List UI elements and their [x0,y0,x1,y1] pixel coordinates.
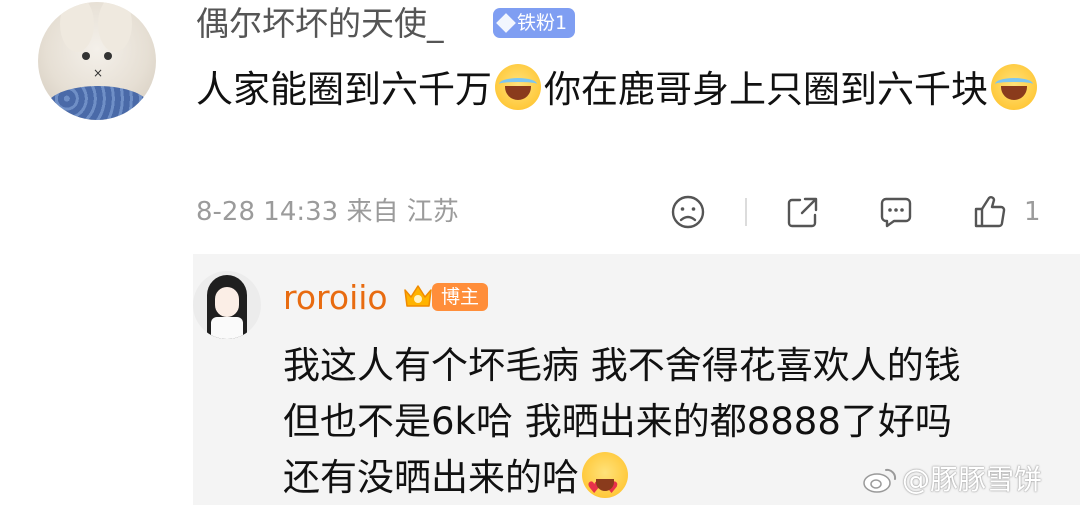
crown-icon [404,285,432,307]
watermark: @豚豚雪饼 [862,462,1042,498]
heart-eyes-emoji-icon [582,452,628,516]
reply-line-1: 我这人有个坏毛病 我不舍得花喜欢人的钱 [283,344,961,387]
comment-meta: 8-28 14:33 来自 江苏 [196,197,459,227]
laugh-cry-emoji-icon [495,64,541,110]
commenter-avatar[interactable]: × [38,2,156,120]
reply-line-3-text: 还有没晒出来的哈 [283,456,579,499]
dislike-icon[interactable] [670,194,706,230]
reply-line-2: 但也不是6k哈 我晒出来的都8888了好吗 [283,400,952,443]
comment-text: 人家能圈到六千万 你在鹿哥身上只圈到六千块 [196,60,1046,120]
commenter-username[interactable]: 偶尔坏坏的天使_ [196,2,444,46]
watermark-text: @豚豚雪饼 [902,463,1043,496]
weibo-logo-icon [863,468,897,493]
author-avatar[interactable] [193,271,261,339]
share-icon[interactable] [785,194,821,230]
fan-badge[interactable]: 铁粉1 [493,8,576,38]
comment-text-part1: 人家能圈到六千万 [196,68,492,111]
author-badge[interactable]: 博主 [432,283,489,311]
comment-icon[interactable] [878,194,914,230]
like-count: 1 [1024,197,1041,227]
laugh-cry-emoji-icon [991,64,1037,110]
comment-text-part2: 你在鹿哥身上只圈到六千块 [544,68,988,111]
diamond-icon [496,13,516,33]
fan-badge-label: 铁粉1 [517,12,568,34]
action-divider [745,198,747,226]
author-username[interactable]: roroiio [283,274,388,322]
like-icon[interactable] [972,194,1008,230]
